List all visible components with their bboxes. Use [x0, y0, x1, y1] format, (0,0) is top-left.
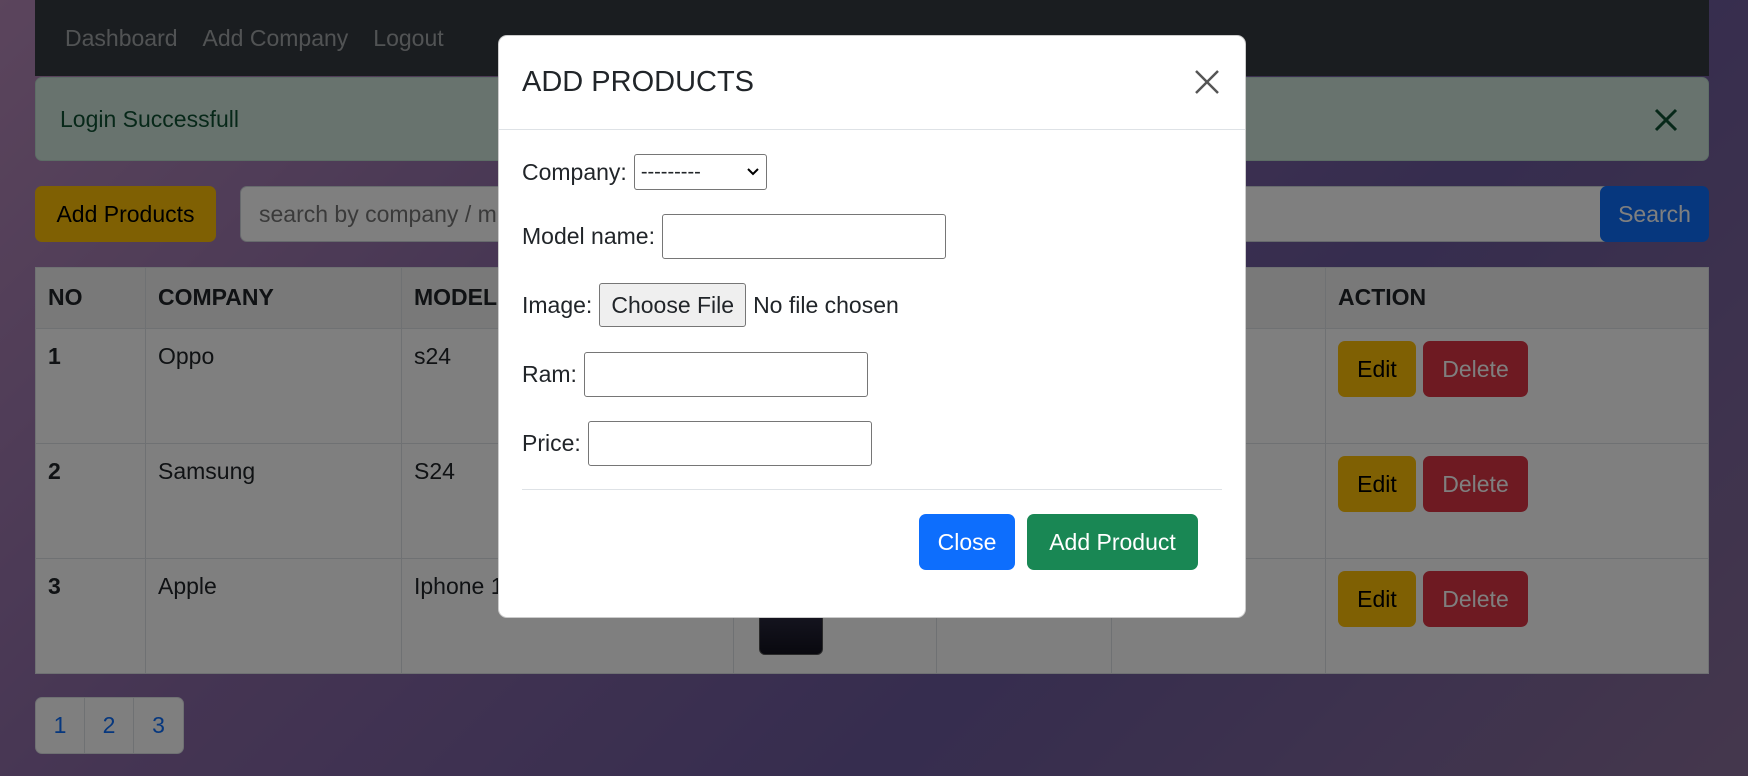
company-row: Company: --------- [522, 154, 767, 190]
choose-file-button[interactable]: Choose File [599, 283, 747, 327]
file-status: No file chosen [753, 291, 899, 318]
modal-header: ADD PRODUCTS [499, 36, 1245, 130]
model-row: Model name: [522, 214, 946, 259]
ram-field[interactable] [583, 352, 868, 397]
chevron-down-icon [747, 168, 759, 176]
add-product-button[interactable]: Add Product [1027, 514, 1198, 570]
image-row: Image: Choose File No file chosen [522, 283, 899, 327]
ram-label: Ram: [522, 361, 577, 387]
modal-divider [522, 489, 1222, 490]
image-label: Image: [522, 291, 593, 318]
company-selected-value: --------- [640, 160, 701, 183]
price-label: Price: [522, 430, 581, 456]
price-row: Price: [522, 421, 872, 466]
close-button[interactable]: Close [919, 514, 1015, 570]
close-icon[interactable] [1189, 64, 1225, 100]
model-name-field[interactable] [661, 214, 946, 259]
company-select[interactable]: --------- [633, 154, 767, 190]
company-label: Company: [522, 158, 627, 185]
ram-row: Ram: [522, 352, 868, 397]
modal-title: ADD PRODUCTS [522, 66, 755, 98]
model-label: Model name: [522, 223, 655, 249]
add-products-modal: ADD PRODUCTS Company: --------- Model na… [498, 35, 1246, 618]
price-field[interactable] [587, 421, 872, 466]
